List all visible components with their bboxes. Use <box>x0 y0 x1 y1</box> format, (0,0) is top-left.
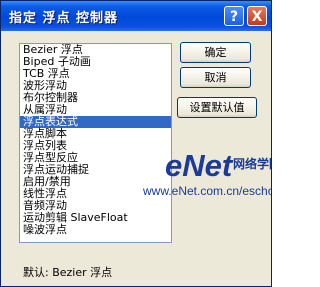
controller-list[interactable]: Bezier 浮点 Biped 子动画 TCB 浮点 波形浮动 布尔控制器 从属… <box>19 43 172 243</box>
cancel-button[interactable]: 取消 <box>180 67 251 88</box>
default-label: 默认: Bezier 浮点 <box>23 266 113 279</box>
close-button[interactable]: X <box>247 6 267 26</box>
set-default-button[interactable]: 设置默认值 <box>177 97 257 118</box>
ok-button[interactable]: 确定 <box>180 42 251 63</box>
watermark-url: www.eNet.com.cn/eschool <box>143 184 272 198</box>
list-item[interactable]: 噪波浮点 <box>20 224 171 236</box>
watermark-logo: eNet <box>165 148 233 183</box>
watermark-chinese: 网络学院 <box>233 157 271 171</box>
title-bar[interactable]: 指定 浮点 控制器 ? X <box>1 1 271 31</box>
window-title: 指定 浮点 控制器 <box>9 11 119 26</box>
dialog-window: 指定 浮点 控制器 ? X Bezier 浮点 Biped 子动画 TCB 浮点… <box>0 0 272 287</box>
help-button[interactable]: ? <box>224 6 244 26</box>
